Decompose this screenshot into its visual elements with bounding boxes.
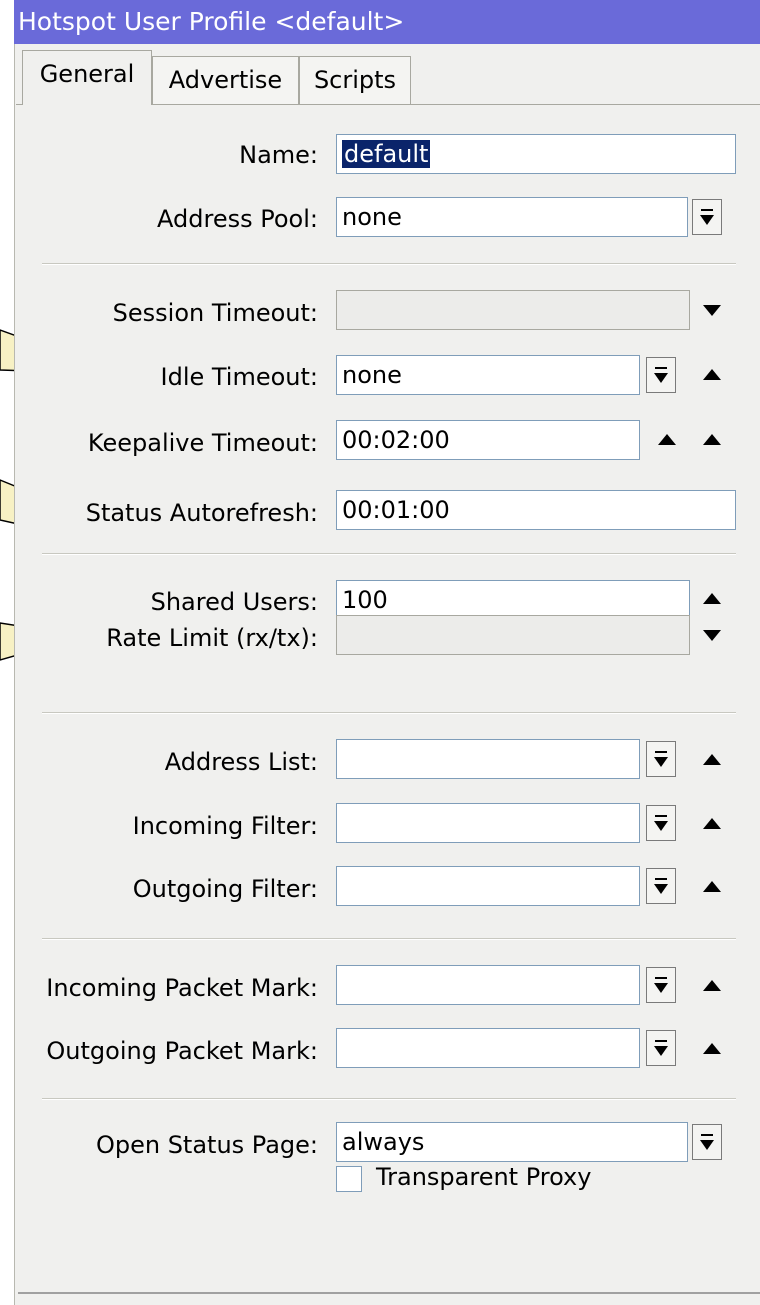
- idle-timeout-label: Idle Timeout:: [160, 363, 319, 391]
- shared-users-label: Shared Users:: [150, 588, 318, 616]
- separator: [42, 263, 736, 265]
- collapse-up-icon[interactable]: [703, 369, 721, 380]
- open-status-page-dropdown-icon[interactable]: [692, 1124, 722, 1160]
- address-list-label: Address List:: [164, 748, 318, 776]
- window-title: Hotspot User Profile <default>: [14, 0, 760, 44]
- incoming-packet-mark-dropdown-icon[interactable]: [646, 967, 676, 1003]
- incoming-filter-field[interactable]: [336, 803, 640, 843]
- tab-advertise[interactable]: Advertise: [152, 56, 299, 104]
- window-bottom-border: [18, 1292, 760, 1294]
- collapse-up-icon[interactable]: [703, 881, 721, 892]
- address-list-dropdown-icon[interactable]: [646, 741, 676, 777]
- collapse-up-icon[interactable]: [703, 754, 721, 765]
- status-autorefresh-label: Status Autorefresh:: [85, 499, 318, 527]
- separator: [42, 712, 736, 714]
- outgoing-packet-mark-dropdown-icon[interactable]: [646, 1030, 676, 1066]
- incoming-filter-label: Incoming Filter:: [132, 812, 318, 840]
- outgoing-filter-label: Outgoing Filter:: [132, 875, 318, 903]
- session-timeout-field[interactable]: [336, 290, 690, 330]
- outgoing-filter-dropdown-icon[interactable]: [646, 868, 676, 904]
- keepalive-timeout-field[interactable]: 00:02:00: [336, 420, 640, 460]
- outgoing-packet-mark-label: Outgoing Packet Mark:: [46, 1037, 318, 1065]
- transparent-proxy-checkbox[interactable]: [336, 1166, 362, 1192]
- address-pool-field[interactable]: none: [336, 197, 688, 237]
- shared-users-field[interactable]: 100: [336, 580, 690, 620]
- idle-timeout-field[interactable]: none: [336, 355, 640, 395]
- idle-timeout-dropdown-icon[interactable]: [646, 357, 676, 393]
- collapse-up-icon[interactable]: [703, 434, 721, 445]
- name-field[interactable]: default: [336, 134, 736, 174]
- separator: [42, 553, 736, 555]
- collapse-up-icon[interactable]: [703, 818, 721, 829]
- rate-limit-field[interactable]: [336, 615, 690, 655]
- separator: [42, 938, 736, 940]
- outgoing-packet-mark-field[interactable]: [336, 1028, 640, 1068]
- separator: [42, 1098, 736, 1100]
- address-list-field[interactable]: [336, 739, 640, 779]
- name-label: Name:: [239, 141, 318, 169]
- address-pool-dropdown-icon[interactable]: [692, 199, 722, 235]
- address-pool-label: Address Pool:: [157, 205, 318, 233]
- keepalive-timeout-label: Keepalive Timeout:: [87, 429, 318, 457]
- rate-limit-label: Rate Limit (rx/tx):: [106, 624, 318, 652]
- collapse-up-icon[interactable]: [658, 434, 676, 445]
- open-status-page-field[interactable]: always: [336, 1122, 688, 1162]
- collapse-up-icon[interactable]: [703, 1043, 721, 1054]
- tab-scripts[interactable]: Scripts: [299, 56, 411, 104]
- expand-down-icon[interactable]: [703, 305, 721, 316]
- session-timeout-label: Session Timeout:: [112, 299, 318, 327]
- tab-general[interactable]: General: [22, 50, 152, 105]
- expand-down-icon[interactable]: [703, 630, 721, 641]
- status-autorefresh-field[interactable]: 00:01:00: [336, 490, 736, 530]
- collapse-up-icon[interactable]: [703, 980, 721, 991]
- outgoing-filter-field[interactable]: [336, 866, 640, 906]
- open-status-page-label: Open Status Page:: [95, 1131, 318, 1159]
- incoming-packet-mark-field[interactable]: [336, 965, 640, 1005]
- collapse-up-icon[interactable]: [703, 593, 721, 604]
- transparent-proxy-label: Transparent Proxy: [376, 1163, 592, 1191]
- incoming-filter-dropdown-icon[interactable]: [646, 805, 676, 841]
- incoming-packet-mark-label: Incoming Packet Mark:: [46, 974, 318, 1002]
- name-value: default: [342, 140, 431, 168]
